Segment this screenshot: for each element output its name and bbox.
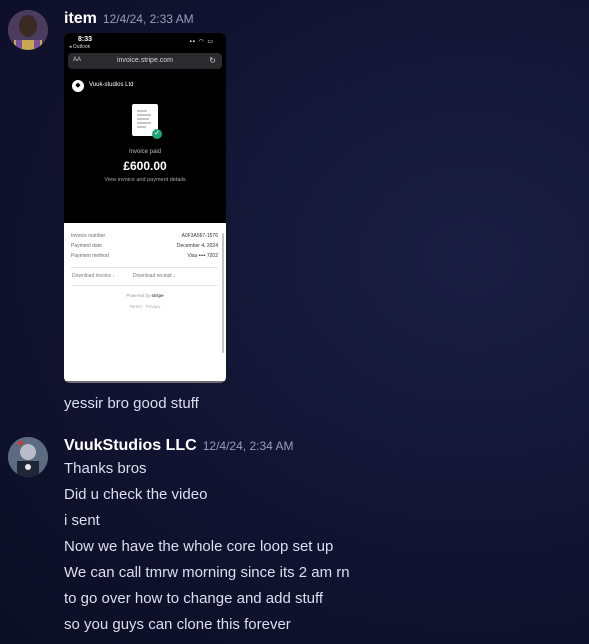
detail-row: Payment method Visa •••• 7202	[71, 253, 218, 259]
phone-status-bar: 8:33 ◂ Outlook ▪▪ ◠ ▭	[64, 33, 226, 53]
detail-row: Payment date December 4, 2024	[71, 243, 218, 249]
username[interactable]: VuukStudios LLC	[64, 437, 197, 454]
status-time: 8:33	[78, 36, 93, 43]
user-avatar-item[interactable]	[8, 10, 48, 50]
url-text: invoice.stripe.com	[116, 57, 174, 64]
message-header: VuukStudios LLC 12/4/24, 2:34 AM	[64, 437, 293, 455]
reload-icon: ↻	[209, 56, 216, 65]
checkmark-icon: ✓	[152, 129, 162, 139]
message-text: Thanks bros	[64, 460, 147, 477]
message-header: item 12/4/24, 2:33 AM	[64, 10, 194, 28]
avatar-image	[8, 10, 48, 50]
message-text: so you guys can clone this forever	[64, 616, 291, 633]
detail-label: Payment date	[71, 243, 102, 249]
merchant-logo-icon: ◆	[72, 80, 84, 92]
message-text: to go over how to change and add stuff	[64, 590, 324, 607]
image-attachment[interactable]: 8:33 ◂ Outlook ▪▪ ◠ ▭ AA invoice.stripe.…	[64, 33, 226, 383]
message-text: We can call tmrw morning since its 2 am …	[64, 564, 350, 581]
message-text: Did u check the video	[64, 486, 208, 503]
divider	[71, 285, 218, 286]
detail-row: Invoice number A0F3A567-1576	[71, 233, 218, 239]
avatar-image	[8, 437, 48, 477]
username[interactable]: item	[64, 10, 97, 27]
detail-value: December 4, 2024	[176, 243, 218, 249]
user-avatar-vuukstudios[interactable]	[8, 437, 48, 477]
timestamp[interactable]: 12/4/24, 2:33 AM	[103, 12, 194, 26]
invoice-header: ◆ Vuuk-studios Ltd ✓ Invoice paid £600.0…	[64, 71, 226, 223]
timestamp[interactable]: 12/4/24, 2:34 AM	[203, 439, 294, 453]
detail-value: A0F3A567-1576	[181, 233, 218, 239]
divider	[71, 267, 218, 268]
signal-wifi-battery-icon: ▪▪ ◠ ▭	[189, 39, 214, 45]
message-text: i sent	[64, 512, 100, 529]
browser-url-bar: AA invoice.stripe.com ↻	[68, 53, 222, 69]
merchant-name: Vuuk-studios Ltd	[89, 82, 134, 88]
detail-label: Invoice number	[71, 233, 106, 239]
download-invoice-link: Download invoice ↓	[72, 273, 116, 279]
invoice-paid-label: Invoice paid	[128, 149, 162, 155]
page-scrollbar	[222, 233, 224, 353]
message-text: yessir bro good stuff	[64, 395, 199, 412]
detail-value: Visa •••• 7202	[187, 253, 218, 259]
message-text: Now we have the whole core loop set up	[64, 538, 334, 555]
terms-privacy-links: Terms · Privacy	[129, 304, 161, 309]
invoice-details: Invoice number A0F3A567-1576 Payment dat…	[64, 223, 226, 381]
view-invoice-link: View invoice and payment details	[104, 177, 186, 183]
powered-by-stripe: Powered by stripe	[126, 293, 164, 298]
download-receipt-link: Download receipt ↓	[133, 273, 176, 279]
detail-label: Payment method	[71, 253, 109, 259]
invoice-amount: £600.00	[123, 159, 167, 173]
status-back-label: ◂ Outlook	[69, 44, 91, 50]
browser-toolbar: ‹ › ⇧ ▯ ⧉	[64, 381, 226, 383]
